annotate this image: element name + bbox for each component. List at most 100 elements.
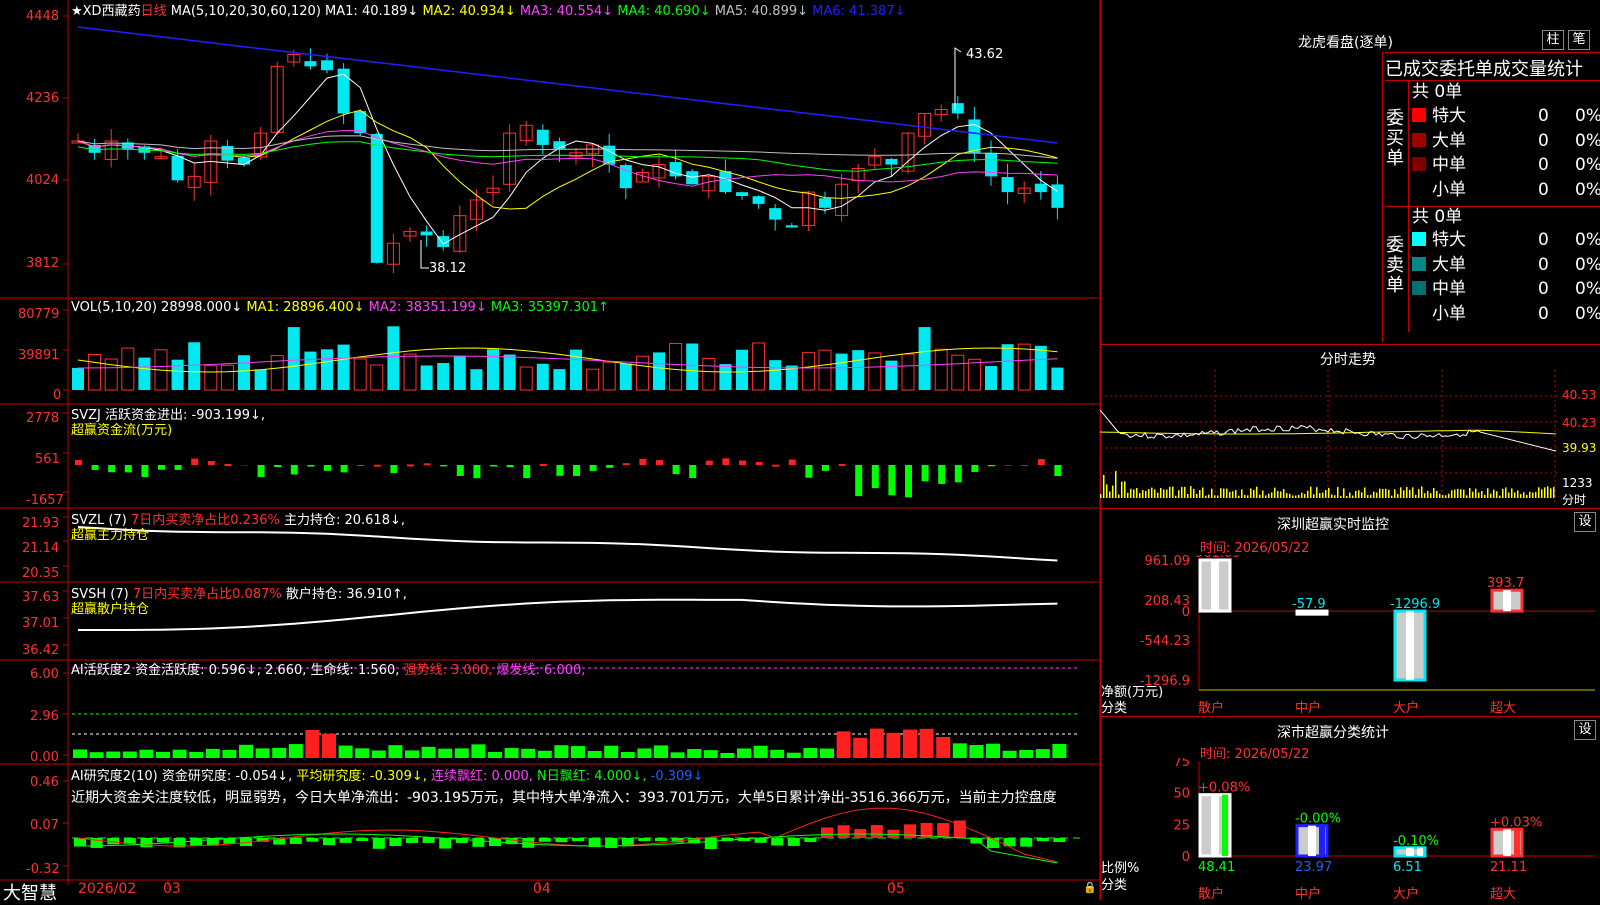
- legend-swatch: [1412, 281, 1426, 295]
- lhb-title: 龙虎看盘(逐单): [1298, 32, 1393, 52]
- svsh-value: 散户持仓: 36.910↑,: [286, 587, 407, 602]
- vol-bar-up: [670, 343, 682, 390]
- sz-settings-button[interactable]: 设: [1574, 512, 1596, 532]
- price-ytick: 3812: [26, 256, 59, 271]
- ai-bar: [803, 748, 817, 758]
- intraday-vol-bar: [1388, 490, 1390, 498]
- ai-bar: [754, 746, 768, 758]
- svzj-bar-out: [274, 465, 281, 467]
- intraday-vol-bar: [1187, 494, 1189, 498]
- order-count: 0: [1538, 129, 1549, 153]
- intraday-vol-bar: [1355, 491, 1357, 498]
- candle-down: [885, 159, 897, 165]
- ai-bar: [471, 744, 485, 758]
- ai-bar: [687, 749, 701, 758]
- vol-bar-up: [587, 369, 599, 390]
- intraday-ytick: 分时: [1562, 491, 1586, 508]
- svzj-bar-out: [258, 465, 265, 477]
- vol-bar-down: [487, 349, 499, 390]
- ma120-line: [78, 27, 1057, 143]
- research-bar-down: [987, 838, 999, 848]
- ai-bar: [488, 752, 502, 758]
- svsh-line: [78, 600, 1057, 630]
- low-price-label: 38.12: [429, 261, 466, 276]
- intraday-vol-bar: [1361, 492, 1363, 498]
- research-bar-down: [356, 838, 368, 841]
- research-bar-down: [705, 838, 717, 849]
- research-bar-down: [472, 838, 484, 847]
- cls-bar-highlight: [1503, 829, 1511, 856]
- stock-title[interactable]: ★XD西藏药: [71, 4, 141, 19]
- intraday-title: 分时走势: [1320, 349, 1376, 369]
- intraday-vol-bar: [1457, 489, 1459, 498]
- intraday-vol-bar: [1271, 492, 1273, 498]
- svzl-line: [78, 527, 1057, 561]
- tick-view-button[interactable]: 笔: [1568, 30, 1590, 50]
- intraday-vol-bar: [1304, 494, 1306, 498]
- intraday-vol-bar: [1157, 493, 1159, 498]
- sz-category: 超大: [1490, 701, 1516, 715]
- intraday-vol-bar: [1232, 491, 1234, 498]
- candle-down: [537, 130, 549, 145]
- cls-title: 深市超赢分类统计: [1277, 722, 1389, 742]
- svzj-bar-in: [224, 464, 231, 466]
- intraday-vol-bar: [1517, 490, 1519, 498]
- research-bar-down: [157, 838, 169, 842]
- period-label[interactable]: 日线: [141, 4, 167, 19]
- sz-ytick: -544.23: [1140, 634, 1190, 649]
- sz-bar-label: 961.09: [1195, 555, 1241, 561]
- intraday-vol-bar: [1418, 489, 1420, 498]
- intraday-vol-bar: [1256, 487, 1258, 498]
- svzj-bar-out: [689, 465, 696, 478]
- order-row-sell: 中单00%: [1412, 277, 1600, 301]
- intraday-vol-bar: [1199, 490, 1201, 498]
- intraday-vol-bar: [1148, 489, 1150, 498]
- research-bar-down: [804, 838, 816, 842]
- intraday-vol-bar: [1532, 493, 1534, 498]
- svzj-bar-out: [955, 465, 962, 482]
- svzj-bar-in: [706, 461, 713, 465]
- intraday-vol-bar: [1445, 495, 1447, 498]
- ai-bar: [787, 753, 801, 758]
- order-count: 0: [1538, 277, 1549, 301]
- lock-icon[interactable]: 🔒: [1083, 881, 1097, 894]
- intraday-vol-bar: [1115, 471, 1117, 498]
- ai-value: 资金活跃度: 0.596↓, 2.660, 生命线: 1.560,: [135, 663, 399, 678]
- bar-view-button[interactable]: 柱: [1542, 30, 1564, 50]
- ai-bar: [1036, 749, 1050, 758]
- ma5-value: MA5: 40.899↓: [715, 4, 808, 19]
- vol-bar-down: [172, 360, 184, 390]
- ai-bar: [505, 748, 519, 758]
- svsh-ratio: 7日内买卖净占比0.087%: [133, 587, 282, 602]
- ai-bar: [189, 752, 203, 758]
- intraday-vol-bar: [1514, 492, 1516, 498]
- candle-down: [769, 208, 781, 219]
- svzj-bar-in: [839, 464, 846, 466]
- app-logo[interactable]: 大智慧: [3, 879, 57, 905]
- intraday-chart[interactable]: [1100, 370, 1600, 506]
- order-pct: 0%: [1575, 228, 1600, 252]
- intraday-vol-bar: [1424, 493, 1426, 498]
- order-row-sell: 小单00%: [1412, 302, 1600, 326]
- sz-bar-label: -57.9: [1292, 597, 1326, 612]
- order-pct: 0%: [1575, 302, 1600, 326]
- intraday-vol-bar: [1334, 495, 1336, 498]
- ai-bar: [588, 751, 602, 758]
- svzj-bar-out: [988, 465, 995, 466]
- research-bar-down: [638, 838, 650, 841]
- research-header: AI研究度2(10) 资金研究度: -0.054↓, 平均研究度: -0.309…: [71, 765, 703, 784]
- cls-category: 中户: [1295, 886, 1321, 900]
- research-bar-down: [788, 838, 800, 846]
- ai-bar: [720, 753, 734, 758]
- intraday-vol-bar: [1541, 489, 1543, 498]
- svzj-bar-out: [922, 465, 929, 481]
- price-candles[interactable]: [72, 48, 1063, 273]
- ai-bar: [139, 750, 153, 758]
- order-type: 小单: [1432, 304, 1466, 324]
- svzj-ytick: 2778: [26, 411, 59, 426]
- intraday-vol-bar: [1487, 488, 1489, 498]
- intraday-vol-bar: [1109, 491, 1111, 498]
- cls-settings-button[interactable]: 设: [1574, 720, 1596, 740]
- ai-bar: [106, 752, 120, 758]
- order-count: 0: [1538, 104, 1549, 128]
